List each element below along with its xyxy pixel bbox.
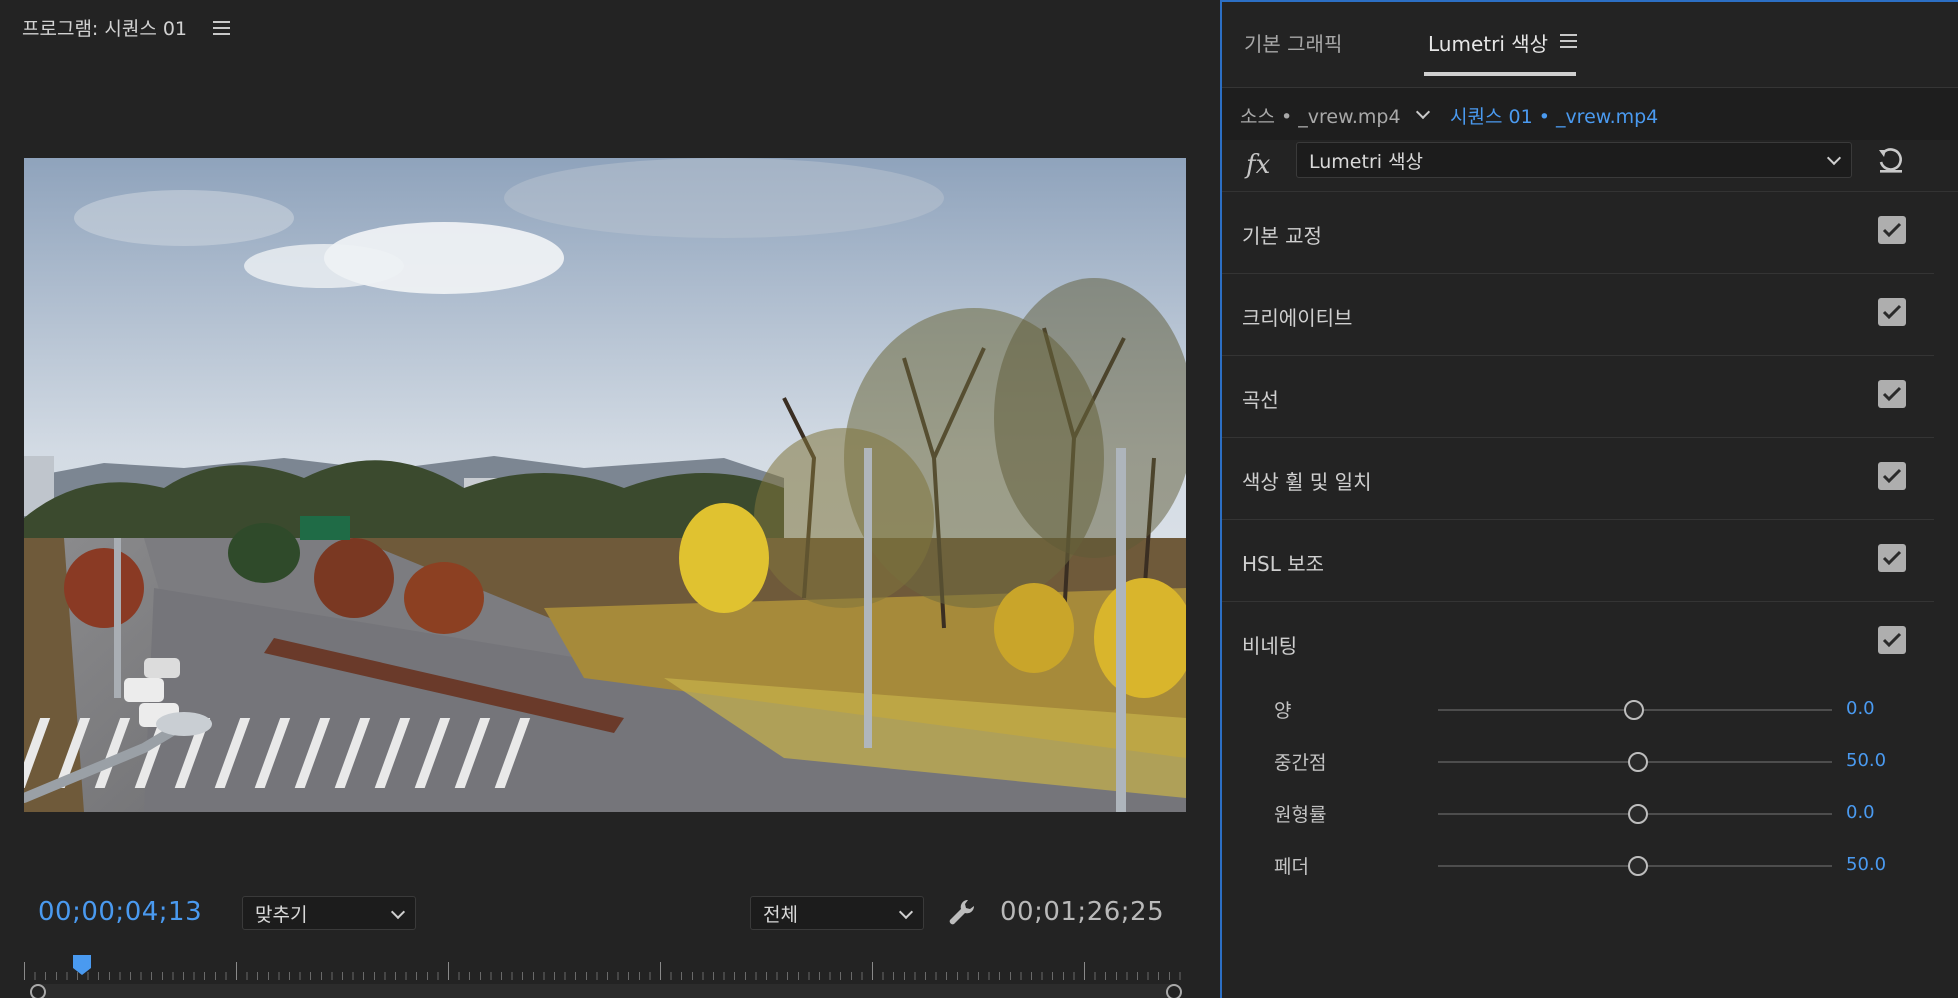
program-header: 프로그램: 시퀀스 01 [22, 14, 231, 41]
section-label: 색상 휠 및 일치 [1242, 470, 1372, 494]
chevron-down-icon [390, 904, 406, 920]
section-color-wheels[interactable]: 색상 휠 및 일치 [1222, 438, 1934, 520]
time-ruler[interactable] [24, 962, 1186, 980]
program-monitor: 프로그램: 시퀀스 01 00;00;04;13 맞추기 전체 00;01;26… [0, 0, 1218, 998]
section-label: HSL 보조 [1242, 552, 1325, 576]
checkbox-basic-correction[interactable] [1878, 216, 1906, 244]
sequence-clip-label[interactable]: 시퀀스 01 • _vrew.mp4 [1450, 102, 1658, 129]
reset-icon[interactable] [1876, 146, 1906, 174]
checkbox-vignette[interactable] [1878, 626, 1906, 654]
panel-tabs: 기본 그래픽 Lumetri 색상 [1222, 2, 1958, 88]
check-icon [1882, 468, 1902, 484]
slider-knob[interactable] [1628, 752, 1648, 772]
slider-knob[interactable] [1628, 804, 1648, 824]
slider-value[interactable]: 50.0 [1846, 854, 1886, 875]
section-basic-correction[interactable]: 기본 교정 [1222, 192, 1934, 274]
slider-value[interactable]: 0.0 [1846, 802, 1875, 823]
lumetri-panel: 기본 그래픽 Lumetri 색상 소스 • _vrew.mp4 시퀀스 01 … [1220, 0, 1958, 998]
chevron-down-icon[interactable] [1415, 104, 1431, 120]
program-menu-icon[interactable] [213, 20, 231, 35]
check-icon [1882, 222, 1902, 238]
effect-row: fx Lumetri 색상 [1222, 140, 1958, 192]
slider-amount: 양 0.0 [1222, 682, 1934, 734]
panel-menu-icon[interactable] [1560, 34, 1577, 48]
section-label: 크리에이티브 [1242, 306, 1353, 330]
playhead-marker[interactable] [72, 954, 92, 976]
program-title: 프로그램: 시퀀스 01 [22, 18, 188, 40]
slider-midpoint: 중간점 50.0 [1222, 734, 1934, 786]
resolution-label: 전체 [763, 903, 798, 926]
section-curves[interactable]: 곡선 [1222, 356, 1934, 438]
slider-knob[interactable] [1628, 856, 1648, 876]
source-row: 소스 • _vrew.mp4 시퀀스 01 • _vrew.mp4 [1222, 88, 1958, 140]
slider-roundness: 원형률 0.0 [1222, 786, 1934, 838]
check-icon [1882, 632, 1902, 648]
tab-essential-graphics[interactable]: 기본 그래픽 [1244, 28, 1342, 57]
slider-label: 원형률 [1274, 804, 1327, 826]
active-tab-indicator [1424, 72, 1576, 76]
slider-label: 양 [1274, 700, 1292, 722]
checkbox-hsl-secondary[interactable] [1878, 544, 1906, 572]
duration-timecode: 00;01;26;25 [1000, 897, 1165, 927]
check-icon [1882, 304, 1902, 320]
section-label: 비네팅 [1242, 634, 1298, 658]
chevron-down-icon [898, 904, 914, 920]
section-label: 곡선 [1242, 388, 1279, 412]
scroll-handle-right[interactable] [1166, 984, 1182, 998]
zoom-scrollbar[interactable] [30, 984, 1180, 998]
scroll-handle-left[interactable] [30, 984, 46, 998]
wrench-icon[interactable] [946, 896, 978, 928]
tab-lumetri-color[interactable]: Lumetri 색상 [1428, 28, 1548, 57]
slider-knob[interactable] [1624, 700, 1644, 720]
section-creative[interactable]: 크리에이티브 [1222, 274, 1934, 356]
checkbox-color-wheels[interactable] [1878, 462, 1906, 490]
check-icon [1882, 386, 1902, 402]
source-clip-label[interactable]: 소스 • _vrew.mp4 [1240, 102, 1401, 129]
playback-resolution-dropdown[interactable]: 전체 [750, 896, 924, 930]
slider-label: 페더 [1274, 856, 1309, 878]
ruler-major-ticks [24, 962, 1186, 980]
check-icon [1882, 550, 1902, 566]
effect-select-dropdown[interactable]: Lumetri 색상 [1296, 142, 1852, 178]
video-frame[interactable] [24, 158, 1186, 812]
section-hsl-secondary[interactable]: HSL 보조 [1222, 520, 1934, 602]
effect-select-label: Lumetri 색상 [1309, 150, 1424, 173]
slider-label: 중간점 [1274, 752, 1327, 774]
checkbox-creative[interactable] [1878, 298, 1906, 326]
checkbox-curves[interactable] [1878, 380, 1906, 408]
slider-feather: 페더 50.0 [1222, 838, 1934, 890]
chevron-down-icon [1826, 150, 1842, 166]
section-label: 기본 교정 [1242, 224, 1322, 248]
zoom-fit-label: 맞추기 [255, 903, 308, 926]
current-timecode[interactable]: 00;00;04;13 [38, 897, 202, 927]
video-image [24, 158, 1186, 812]
slider-value[interactable]: 50.0 [1846, 750, 1886, 771]
slider-value[interactable]: 0.0 [1846, 698, 1875, 719]
zoom-fit-dropdown[interactable]: 맞추기 [242, 896, 416, 930]
section-vignette[interactable]: 비네팅 [1222, 602, 1934, 684]
fx-icon[interactable]: fx [1246, 150, 1270, 180]
